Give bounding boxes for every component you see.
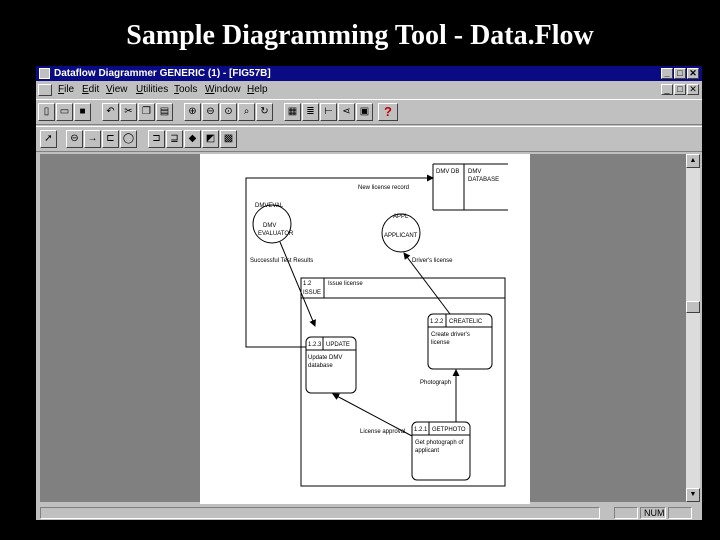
flow-drivers-license[interactable]: Driver's license xyxy=(403,252,453,315)
restore-button[interactable]: □ xyxy=(674,68,686,79)
external-dmv-evaluator[interactable]: DMVEVAL DMV EVALUATOR xyxy=(252,203,294,244)
save-disk-icon[interactable]: ■ xyxy=(74,103,91,121)
zoom-out-icon[interactable]: ⊖ xyxy=(202,103,219,121)
slide-title: Sample Diagramming Tool - Data.Flow xyxy=(126,20,594,51)
find-icon[interactable]: ⌕ xyxy=(238,103,255,121)
doc-minimize-button[interactable]: _ xyxy=(661,84,673,95)
drawing-toolbar: ➚ ⊖ → ⊏ ◯ ⊐ ⊒ ◆ ◩ ▩ xyxy=(36,126,702,152)
align-right-icon[interactable]: ⊒ xyxy=(166,130,183,148)
flow-label-new-license: New license record xyxy=(358,185,409,191)
paste-icon[interactable]: ▤ xyxy=(156,103,173,121)
app-icon[interactable] xyxy=(39,68,50,79)
process-tool-icon[interactable]: ⊏ xyxy=(102,130,119,148)
createlic-id: 1.2.2 xyxy=(430,319,444,325)
ungroup-icon[interactable]: ◩ xyxy=(202,130,219,148)
status-scroll xyxy=(668,507,692,519)
drawing-canvas[interactable]: DMV DB DMV DATABASE New license record D… xyxy=(40,154,686,504)
status-message xyxy=(40,507,600,519)
app-window: Dataflow Diagrammer GENERIC (1) - [FIG57… xyxy=(36,66,702,520)
dmv-line1: DMV xyxy=(263,223,276,229)
update-id: 1.2.3 xyxy=(308,342,322,348)
zoom-fit-icon[interactable]: ⊙ xyxy=(220,103,237,121)
flow-license-approval[interactable]: License approval xyxy=(332,393,413,437)
zoom-in-icon[interactable]: ⊕ xyxy=(184,103,201,121)
external-tool-icon[interactable]: ◯ xyxy=(120,130,137,148)
window-titlebar[interactable]: Dataflow Diagrammer GENERIC (1) - [FIG57… xyxy=(36,66,702,81)
tools-icon[interactable]: ⋖ xyxy=(338,103,355,121)
process-getphoto[interactable]: 1.2.1 GETPHOTO Get photograph of applica… xyxy=(411,421,471,481)
dictionary-icon[interactable]: ▣ xyxy=(356,103,373,121)
getphoto-id: 1.2.1 xyxy=(414,427,428,433)
menu-window[interactable]: Window xyxy=(205,82,241,98)
window-title: Dataflow Diagrammer GENERIC (1) - [FIG57… xyxy=(54,68,271,79)
doc-close-button[interactable]: ✕ xyxy=(687,84,699,95)
menu-view[interactable]: View xyxy=(106,82,128,98)
close-button[interactable]: ✕ xyxy=(687,68,699,79)
applicant-line1: APPLICANT xyxy=(384,233,418,239)
vertical-scrollbar[interactable]: ▲ ▼ xyxy=(686,154,700,502)
tree-icon[interactable]: ⊢ xyxy=(320,103,337,121)
document-icon[interactable] xyxy=(38,84,52,96)
getphoto-tag: GETPHOTO xyxy=(432,427,466,433)
status-bar: NUM xyxy=(36,506,702,520)
menu-help[interactable]: Help xyxy=(247,82,268,98)
new-file-icon[interactable]: ▯ xyxy=(38,103,55,121)
menu-edit[interactable]: Edit xyxy=(82,82,99,98)
getphoto-line1: Get photograph of xyxy=(415,440,464,446)
external-applicant[interactable]: APPL APPLICANT xyxy=(381,213,421,253)
flow-label-successful: Successful Test Results xyxy=(250,258,313,264)
flow-arrow-icon[interactable]: → xyxy=(84,130,101,148)
update-line2: database xyxy=(308,363,333,369)
store-name-1: DMV xyxy=(468,169,481,175)
menu-utilities[interactable]: Utilities xyxy=(136,82,168,98)
copy-icon[interactable]: ❐ xyxy=(138,103,155,121)
doc-restore-button[interactable]: □ xyxy=(674,84,686,95)
status-caps xyxy=(614,507,638,519)
issue-name: Issue license xyxy=(328,281,363,287)
layer-icon[interactable]: ▩ xyxy=(220,130,237,148)
scroll-down-arrow-icon[interactable]: ▼ xyxy=(686,488,700,502)
properties-icon[interactable]: ≣ xyxy=(302,103,319,121)
pointer-icon[interactable]: ➚ xyxy=(40,130,57,148)
open-folder-icon[interactable]: ▭ xyxy=(56,103,73,121)
getphoto-line2: applicant xyxy=(415,448,439,454)
undo-icon[interactable]: ↶ xyxy=(102,103,119,121)
createlic-line2: license xyxy=(431,340,450,346)
refresh-icon[interactable]: ↻ xyxy=(256,103,273,121)
print-icon[interactable]: ▦ xyxy=(284,103,301,121)
cut-icon[interactable]: ✂ xyxy=(120,103,137,121)
datastore-dmv-database[interactable]: DMV DB DMV DATABASE xyxy=(432,163,508,211)
scroll-up-arrow-icon[interactable]: ▲ xyxy=(686,154,700,168)
dmv-tag: DMVEVAL xyxy=(255,203,284,209)
createlic-line1: Create driver's xyxy=(431,332,470,338)
menu-tools[interactable]: Tools xyxy=(174,82,197,98)
process-update[interactable]: 1.2.3 UPDATE Update DMV database xyxy=(305,336,357,394)
align-left-icon[interactable]: ⊐ xyxy=(148,130,165,148)
minimize-button[interactable]: _ xyxy=(661,68,673,79)
issue-id-2: ISSUE xyxy=(303,290,321,296)
createlic-tag: CREATELIC xyxy=(449,319,483,325)
datastore-tool-icon[interactable]: ⊖ xyxy=(66,130,83,148)
process-createlic[interactable]: 1.2.2 CREATELIC Create driver's license xyxy=(427,313,493,370)
update-line1: Update DMV xyxy=(308,355,342,361)
scroll-thumb[interactable] xyxy=(686,301,700,313)
flow-label-photograph: Photograph xyxy=(420,380,451,386)
menu-file[interactable]: File xyxy=(58,82,74,98)
store-id: DMV DB xyxy=(436,169,459,175)
store-name-2: DATABASE xyxy=(468,177,499,183)
standard-toolbar: ▯ ▭ ■ ↶ ✂ ❐ ▤ ⊕ ⊖ ⊙ ⌕ ↻ ▦ ≣ ⊢ ⋖ ▣ ? xyxy=(36,99,702,125)
status-num: NUM xyxy=(640,507,666,519)
dataflow-diagram: DMV DB DMV DATABASE New license record D… xyxy=(245,163,508,487)
help-icon[interactable]: ? xyxy=(378,103,398,121)
flow-label-drivers: Driver's license xyxy=(412,258,453,264)
flow-photograph[interactable]: Photograph xyxy=(420,369,460,422)
menu-bar: File Edit View Utilities Tools Window He… xyxy=(36,82,702,98)
flow-label-approval: License approval xyxy=(360,429,405,435)
applicant-tag: APPL xyxy=(393,214,409,220)
issue-id-1: 1.2 xyxy=(303,281,312,287)
update-tag: UPDATE xyxy=(326,342,350,348)
diagram-page[interactable]: DMV DB DMV DATABASE New license record D… xyxy=(200,154,530,504)
dmv-line2: EVALUATOR xyxy=(258,231,294,237)
group-icon[interactable]: ◆ xyxy=(184,130,201,148)
